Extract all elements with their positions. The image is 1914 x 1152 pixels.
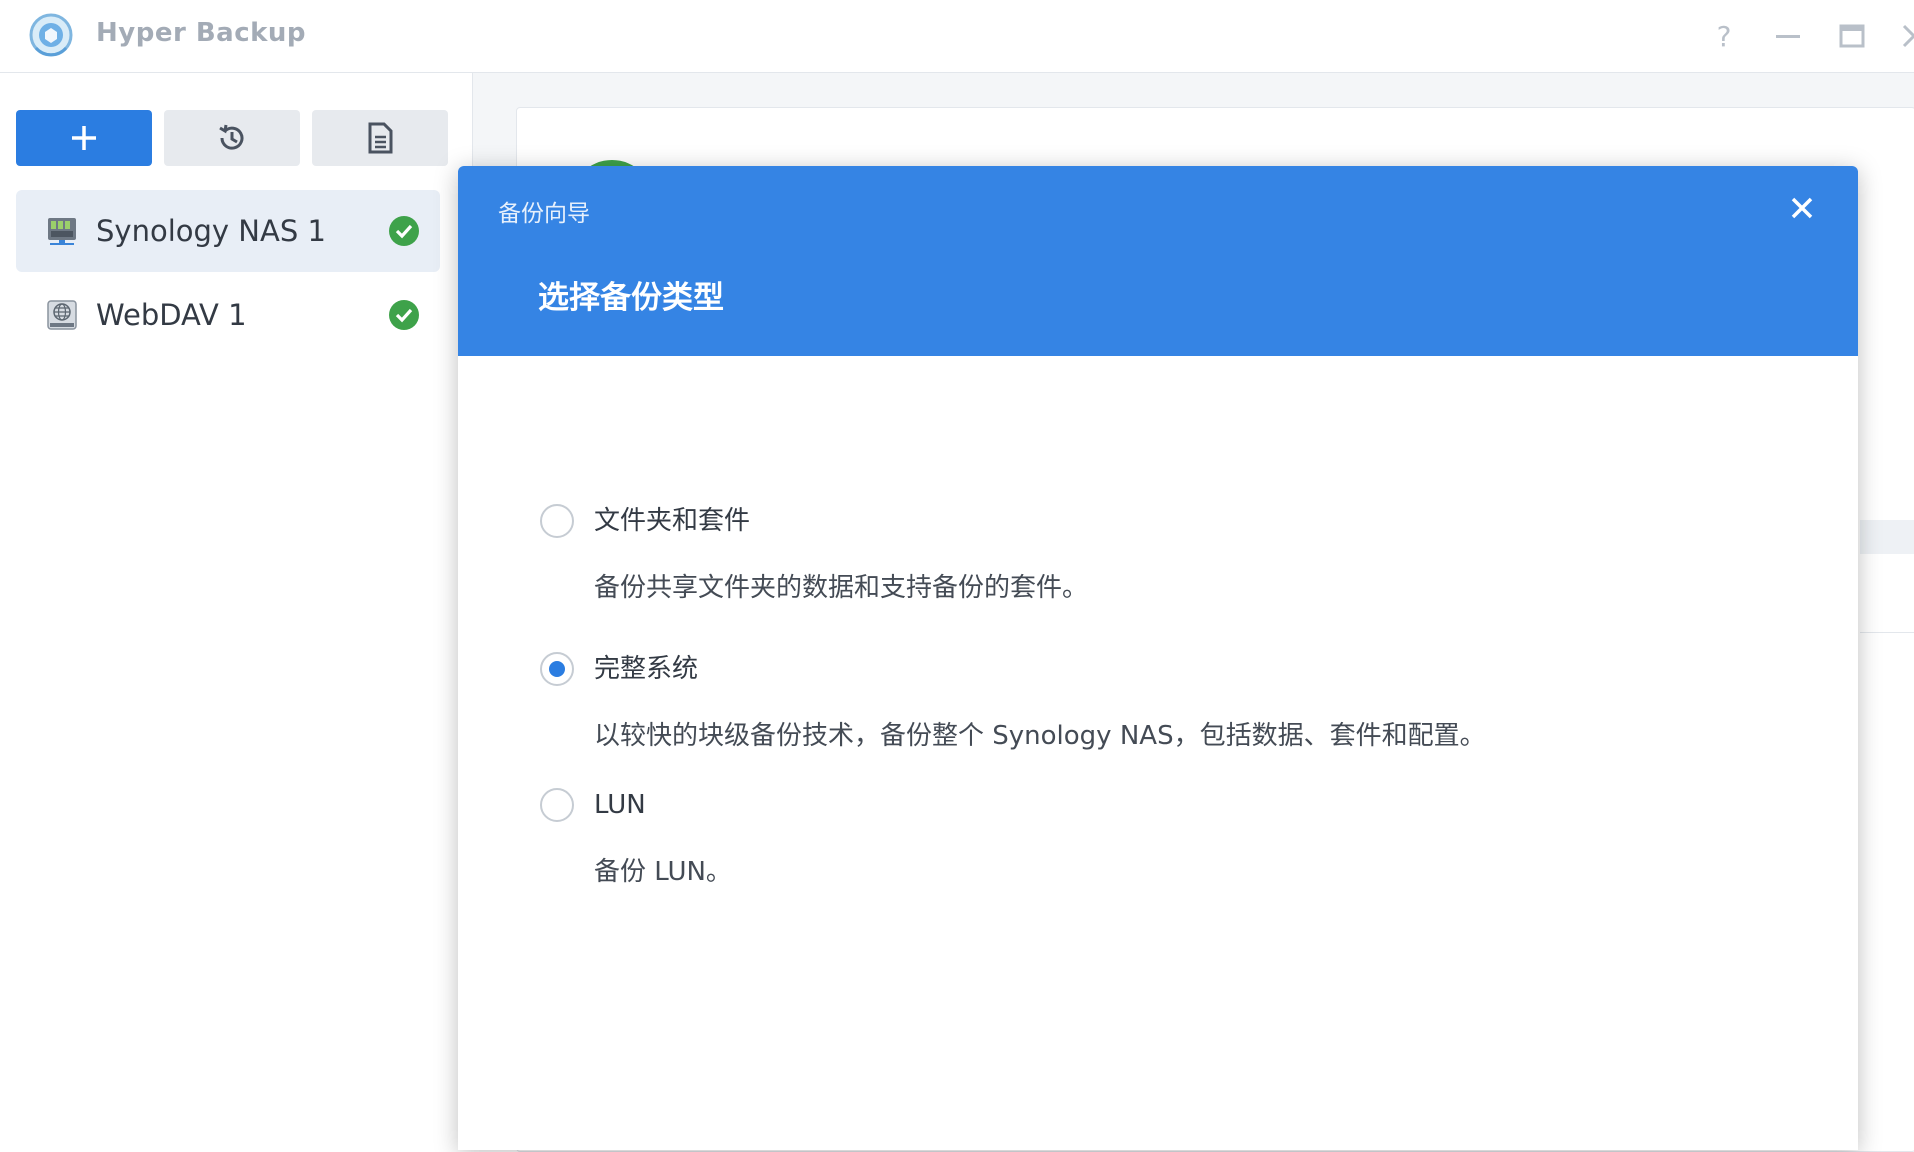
target-name: Synology NAS 1 — [96, 214, 326, 248]
dialog-close-icon[interactable] — [1784, 190, 1820, 226]
title-bar: Hyper Backup ? — [0, 0, 1914, 73]
backup-log-button[interactable] — [312, 110, 448, 166]
backup-target-list: Synology NAS 1 WebDAV 1 — [16, 190, 440, 358]
document-icon — [368, 122, 393, 154]
option-description: 备份共享文件夹的数据和支持备份的套件。 — [594, 573, 1089, 603]
plus-icon — [72, 126, 96, 150]
backup-wizard-dialog: 备份向导 选择备份类型 文件夹和套件 备份共享文件夹的数据和支持备份的套件。 完… — [458, 166, 1858, 1150]
option-label[interactable]: 文件夹和套件 — [594, 504, 750, 538]
add-backup-button[interactable] — [16, 110, 152, 166]
status-ok-icon — [389, 300, 419, 330]
dialog-header: 备份向导 选择备份类型 — [458, 166, 1858, 356]
dialog-wizard-title: 备份向导 — [498, 201, 590, 227]
dialog-body: 文件夹和套件 备份共享文件夹的数据和支持备份的套件。 完整系统 以较快的块级备份… — [458, 356, 1858, 1150]
app-title: Hyper Backup — [96, 18, 307, 48]
main-card-band — [1860, 520, 1914, 554]
maximize-icon[interactable] — [1834, 18, 1870, 54]
nas-server-icon — [48, 218, 76, 245]
help-icon[interactable]: ? — [1706, 18, 1742, 54]
target-name: WebDAV 1 — [96, 298, 247, 332]
radio-folders-and-packages[interactable] — [540, 504, 574, 538]
window-close-icon[interactable] — [1896, 18, 1914, 54]
dialog-step-title: 选择备份类型 — [538, 280, 724, 316]
radio-lun[interactable] — [540, 788, 574, 822]
main-card-divider — [1860, 632, 1914, 633]
sidebar: Synology NAS 1 WebDAV 1 — [0, 73, 473, 1150]
option-label[interactable]: LUN — [594, 788, 646, 822]
status-ok-icon — [389, 216, 419, 246]
history-clock-icon — [219, 124, 244, 150]
restore-button[interactable] — [164, 110, 300, 166]
option-label[interactable]: 完整系统 — [594, 652, 698, 686]
svg-text:?: ? — [1717, 20, 1732, 53]
hyper-backup-logo-icon — [29, 13, 73, 57]
option-description: 备份 LUN。 — [594, 857, 732, 887]
radio-entire-system[interactable] — [540, 652, 574, 686]
target-item-synology-nas-1[interactable]: Synology NAS 1 — [16, 190, 440, 272]
webdav-drive-icon — [47, 300, 77, 330]
target-item-webdav-1[interactable]: WebDAV 1 — [16, 274, 440, 356]
option-description: 以较快的块级备份技术，备份整个 Synology NAS，包括数据、套件和配置。 — [594, 721, 1486, 751]
minimize-icon[interactable] — [1770, 18, 1806, 54]
